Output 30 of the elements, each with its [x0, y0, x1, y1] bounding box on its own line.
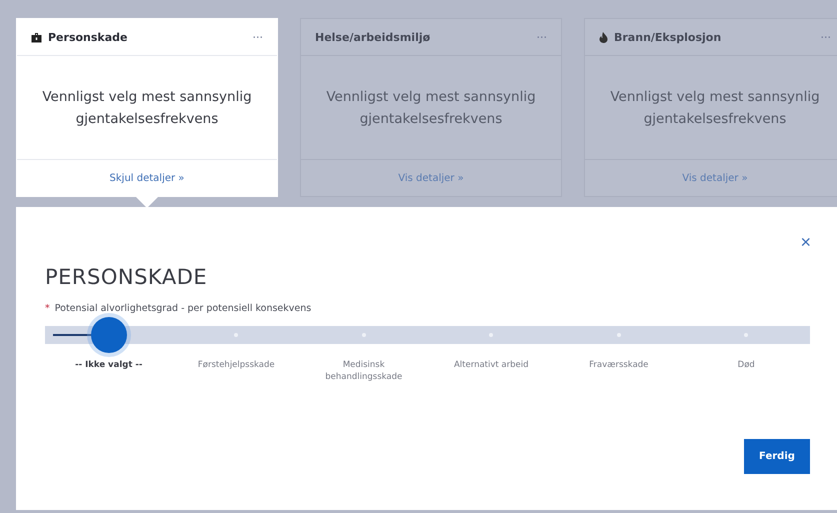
briefcase-icon [31, 32, 42, 42]
card-title: Brann/Eksplosjon [614, 30, 722, 44]
slider-label[interactable]: Fraværsskade [555, 353, 682, 383]
severity-slider[interactable] [45, 317, 810, 353]
slider-label[interactable]: Førstehjelpsskade [172, 353, 300, 383]
category-card[interactable]: Brann/Eksplosjon ··· Vennligst velg mest sannsynlig gjentakelsesfrekvens Vis detaljer » [584, 18, 837, 197]
category-card[interactable]: Helse/arbeidsmiljø ··· Vennligst velg mest sannsynlig gjentakelsesfrekvens Vis detaljer » [300, 18, 562, 197]
category-card[interactable]: Personskade ··· Vennligst velg mest sannsynlig gjentakelsesfrekvens Skjul detaljer » [16, 18, 278, 197]
required-mark: * [45, 303, 50, 314]
flame-icon [599, 32, 608, 42]
more-menu[interactable]: ··· [252, 30, 263, 44]
slider-label[interactable]: Død [682, 353, 810, 383]
card-title: Personskade [48, 30, 129, 44]
card-message: Vennligst velg mest sannsynlig gjentakelsesfrekvens [325, 88, 537, 128]
slider-label[interactable]: Alternativt arbeid [428, 353, 555, 383]
slider-thumb[interactable] [90, 317, 127, 353]
card-message: Vennligst velg mest sannsynlig gjentakelsesfrekvens [609, 88, 821, 128]
more-menu[interactable]: ··· [536, 30, 547, 44]
panel-title: PERSONSKADE [45, 265, 208, 289]
close-button[interactable]: × [800, 233, 811, 251]
more-menu[interactable]: ··· [820, 30, 831, 44]
details-link[interactable]: Vis detaljer » [398, 172, 464, 184]
details-link[interactable]: Vis detaljer » [682, 172, 748, 184]
slider-label[interactable]: Medisinsk behandlingsskade [300, 353, 428, 383]
details-link[interactable]: Skjul detaljer » [110, 172, 184, 184]
field-label: Potensial alvorlighetsgrad - per potensiell konsekvens [54, 303, 312, 314]
card-message: Vennligst velg mest sannsynlig gjentakelsesfrekvens [41, 88, 253, 128]
done-button[interactable]: Ferdig [744, 439, 810, 474]
slider-label[interactable]: -- Ikke valgt -- [45, 353, 172, 383]
card-title: Helse/arbeidsmiljø [315, 30, 432, 44]
